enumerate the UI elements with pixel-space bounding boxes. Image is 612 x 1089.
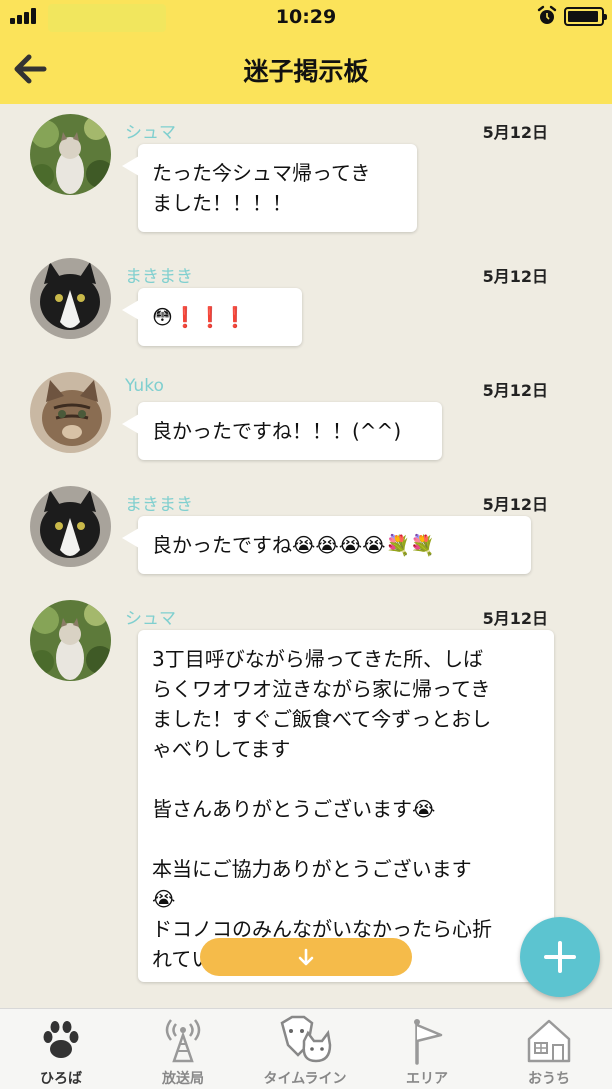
list-item: まきまき 5月12日 良かったですね😭😭😭😭💐💐 [0, 484, 612, 584]
scroll-down-button[interactable] [200, 938, 412, 976]
message-bubble: 😳❗❗❗ [122, 288, 302, 346]
avatar[interactable] [30, 600, 111, 681]
plus-icon [544, 941, 576, 973]
post-username: まきまき [125, 495, 193, 515]
message-text: 😳❗❗❗ [152, 305, 248, 329]
status-time: 10:29 [275, 6, 337, 28]
tab-timeline[interactable]: タイムライン [244, 1009, 366, 1089]
avatar[interactable] [30, 258, 111, 339]
tab-home[interactable]: おうち [488, 1009, 610, 1089]
tab-broadcast[interactable]: 放送局 [122, 1009, 244, 1089]
add-post-button[interactable] [520, 917, 600, 997]
post-username: シュマ [125, 609, 176, 629]
message-bubble: 良かったですね😭😭😭😭💐💐 [122, 516, 531, 574]
message-feed[interactable]: シュマ 5月12日 たった今シュマ帰ってき ました！！！！ まきまき 5月12日… [0, 104, 612, 1008]
list-item: Yuko 5月12日 良かったですね！！！(^^) [0, 370, 612, 470]
tab-label: おうち [528, 1071, 570, 1087]
message-text: 良かったですね😭😭😭😭💐💐 [152, 533, 436, 557]
broadcast-tower-icon [165, 1019, 201, 1063]
page-title: 迷子掲示板 [243, 57, 369, 86]
paw-icon [43, 1021, 79, 1058]
tab-label: エリア [406, 1071, 448, 1087]
dog-cat-icon [280, 1015, 332, 1063]
tab-bar: ひろば 放送局 タイムライン エリア おうち [0, 1008, 612, 1089]
post-date: 5月12日 [482, 123, 548, 142]
post-date: 5月12日 [482, 609, 548, 628]
post-username: Yuko [125, 376, 164, 396]
tab-label: 放送局 [162, 1071, 204, 1087]
post-username: シュマ [125, 123, 176, 143]
list-item: まきまき 5月12日 😳❗❗❗ [0, 256, 612, 356]
avatar[interactable] [30, 372, 111, 453]
message-text: たった今シュマ帰ってき ました！！！！ [152, 161, 371, 215]
post-date: 5月12日 [482, 267, 548, 286]
avatar[interactable] [30, 486, 111, 567]
post-date: 5月12日 [482, 495, 548, 514]
post-username: まきまき [125, 267, 193, 287]
tab-hiroba[interactable]: ひろば [0, 1009, 122, 1089]
message-bubble: たった今シュマ帰ってき ました！！！！ [122, 144, 417, 232]
message-bubble: 良かったですね！！！(^^) [122, 402, 442, 460]
message-text: 3丁目呼びながら帰ってきた所、しば らくワオワオ泣きながら家に帰ってき ました！… [152, 647, 492, 971]
list-item: シュマ 5月12日 たった今シュマ帰ってき ました！！！！ [0, 112, 612, 242]
alarm-icon [537, 5, 557, 24]
message-text: 良かったですね！！！(^^) [152, 419, 402, 443]
status-bar: 10:29 [0, 0, 612, 34]
flag-icon [414, 1019, 443, 1065]
arrow-down-icon [298, 948, 314, 966]
tab-label: タイムライン [263, 1071, 347, 1087]
post-date: 5月12日 [482, 381, 548, 400]
message-bubble: 3丁目呼びながら帰ってきた所、しば らくワオワオ泣きながら家に帰ってき ました！… [138, 630, 554, 982]
house-icon [527, 1019, 571, 1063]
avatar[interactable] [30, 114, 111, 195]
tab-area[interactable]: エリア [366, 1009, 488, 1089]
battery-icon [564, 7, 607, 26]
app-header: 10:29 迷子掲示板 [0, 0, 612, 104]
tab-label: ひろば [40, 1071, 82, 1087]
